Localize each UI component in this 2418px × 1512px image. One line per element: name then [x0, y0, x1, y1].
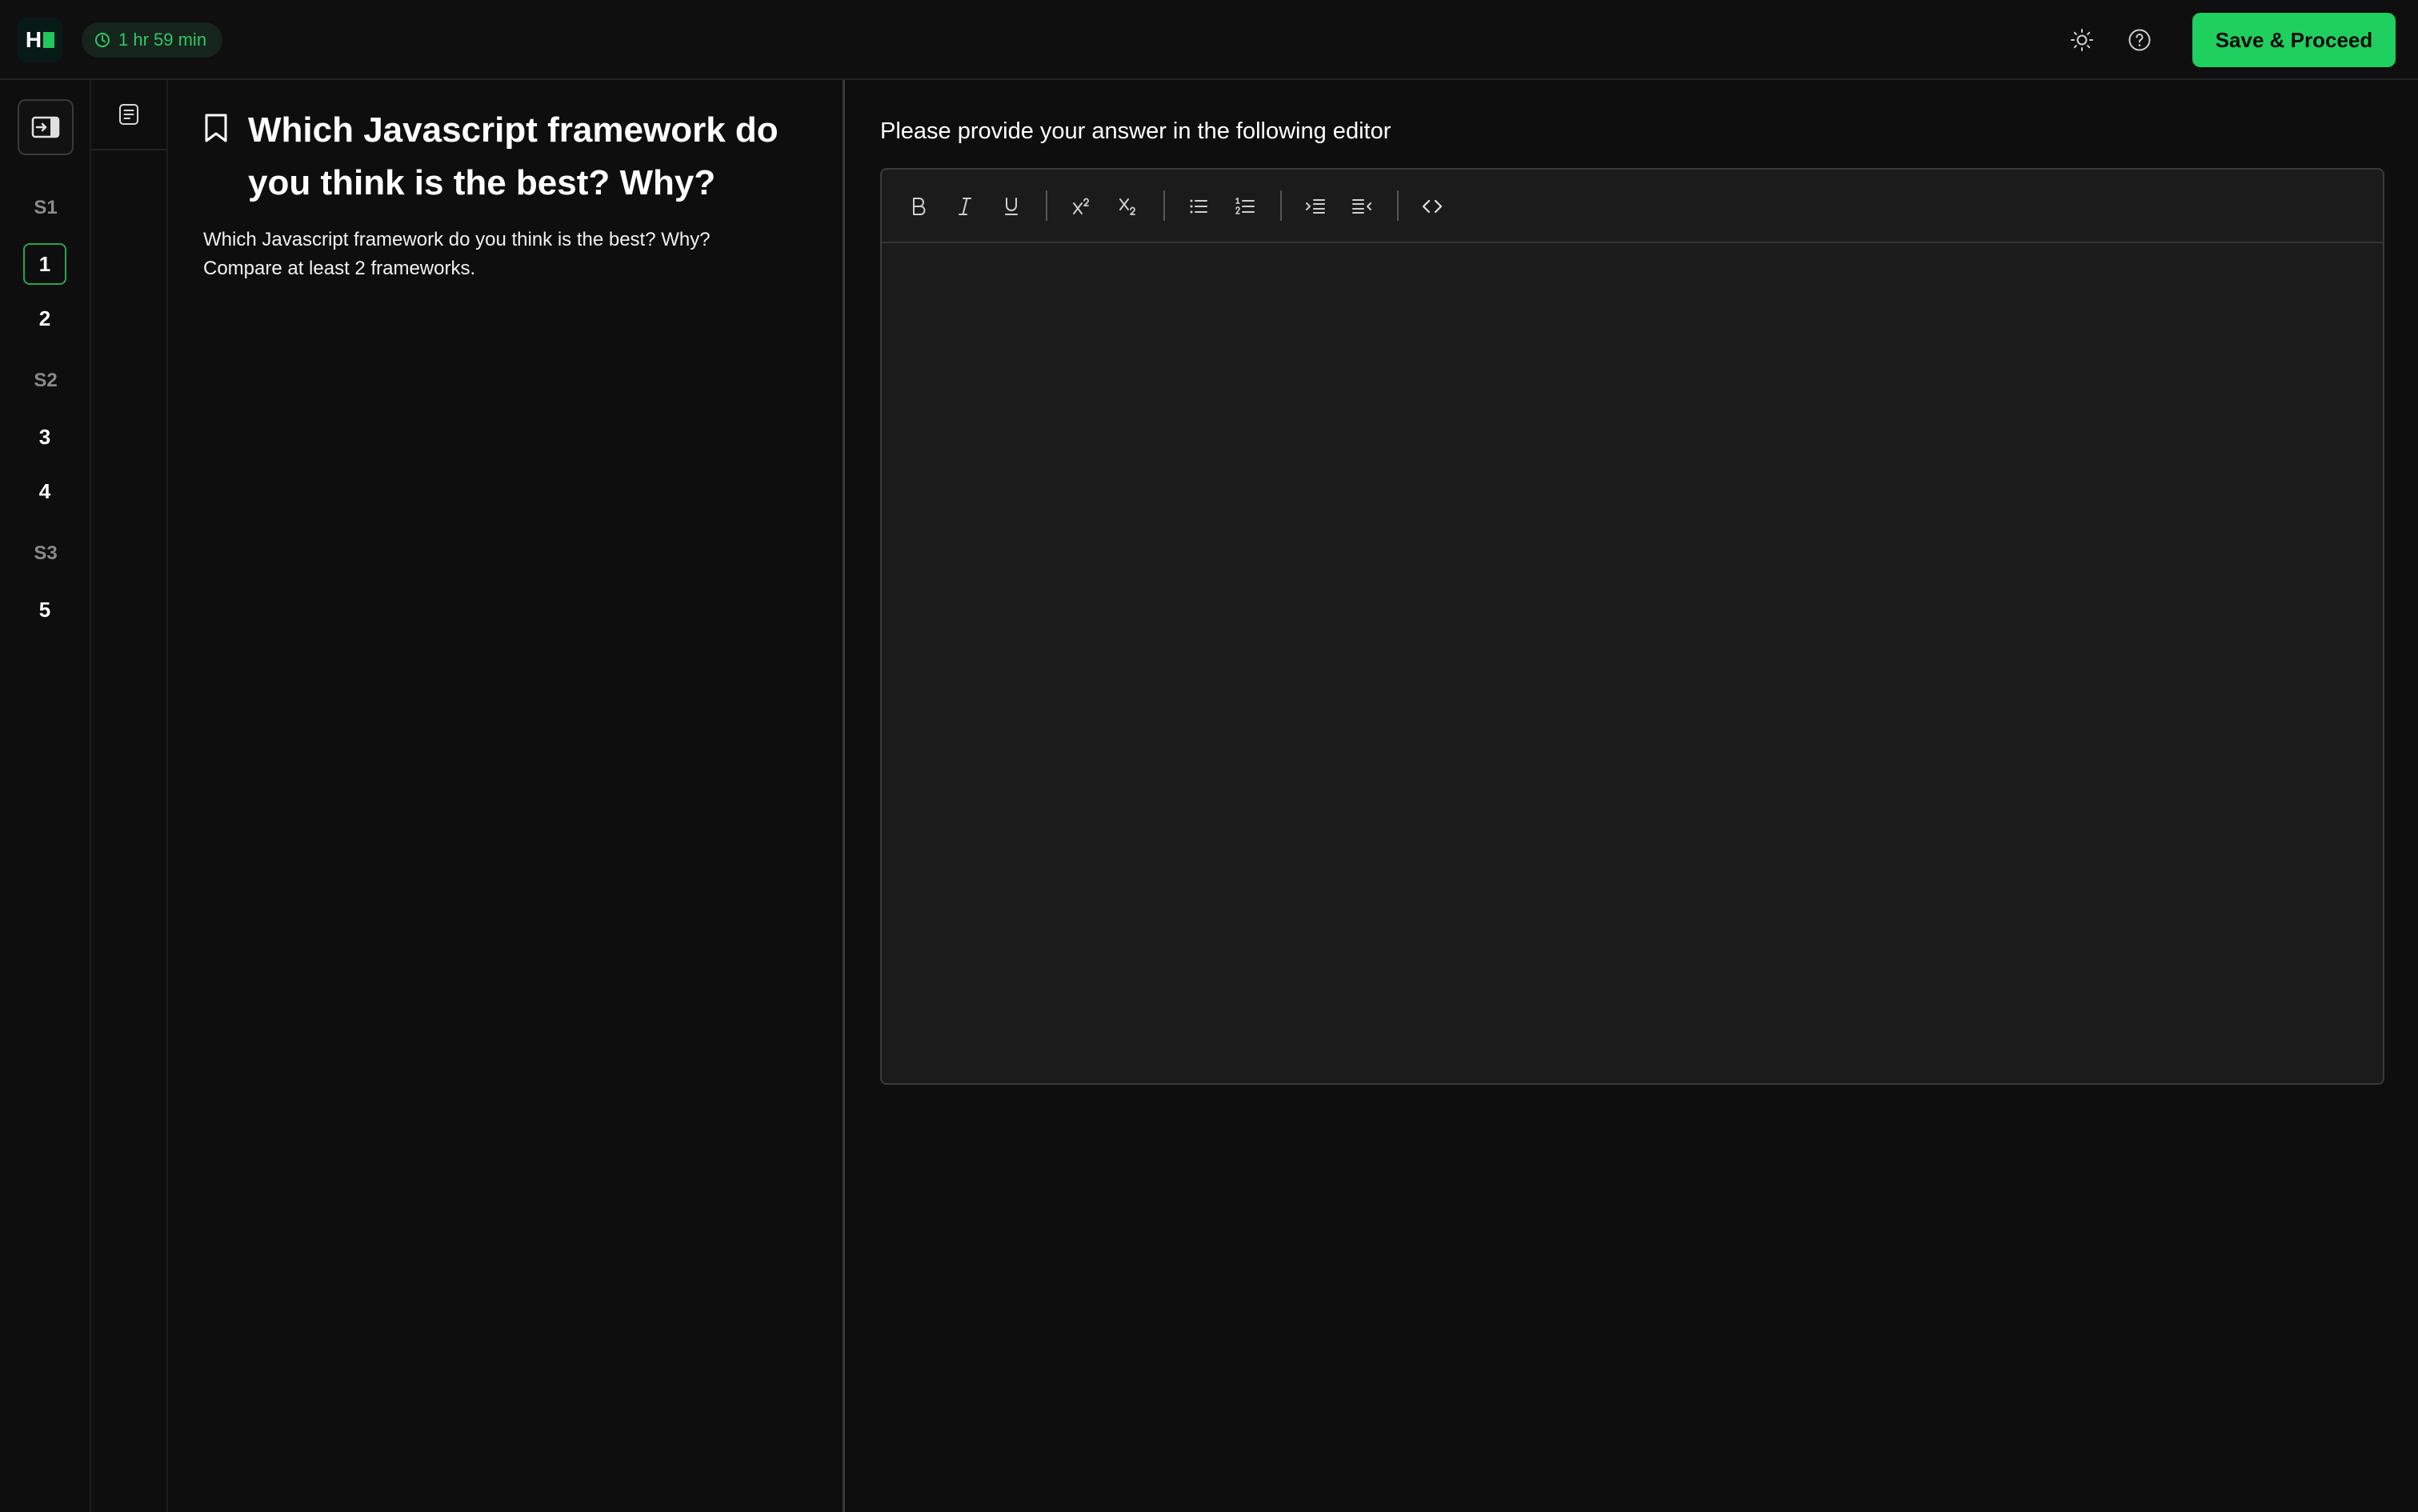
question-navigator: S1 1 2 S2 3 4 S3 5 [0, 80, 91, 1512]
panel-toggle-icon [31, 116, 60, 138]
italic-icon [959, 198, 971, 215]
top-bar: H 1 hr 59 min Save & Proceed [0, 0, 2418, 80]
sun-icon [2071, 29, 2093, 51]
superscript-icon [1073, 198, 1089, 214]
question-nav-4[interactable]: 4 [23, 470, 66, 512]
numbered-list-button[interactable] [1227, 189, 1263, 224]
answer-panel: Please provide your answer in the follow… [845, 80, 2418, 1512]
save-proceed-button[interactable]: Save & Proceed [2192, 13, 2396, 67]
outdent-icon [1352, 199, 1371, 214]
panel-tab-column [91, 80, 168, 1512]
bullet-list-icon [1190, 199, 1207, 214]
help-icon [2128, 29, 2151, 51]
question-nav-1[interactable]: 1 [23, 243, 66, 285]
subscript-icon [1119, 198, 1135, 215]
indent-icon [1306, 199, 1325, 214]
question-nav-3[interactable]: 3 [23, 416, 66, 458]
question-header: Which Javascript framework do you think … [202, 104, 826, 210]
timer-text: 1 hr 59 min [118, 30, 207, 50]
superscript-button[interactable] [1064, 189, 1099, 224]
code-icon [1422, 199, 1443, 214]
timer-badge: 1 hr 59 min [82, 22, 223, 58]
underline-icon [1005, 198, 1018, 215]
bold-icon [913, 198, 926, 215]
help-button[interactable] [2124, 24, 2156, 56]
numbered-list-icon [1235, 197, 1255, 214]
editor-toolbar [882, 170, 2383, 243]
subscript-button[interactable] [1111, 189, 1146, 224]
answer-prompt: Please provide your answer in the follow… [880, 118, 1391, 144]
rich-text-editor [880, 168, 2384, 1085]
logo-text: H [25, 27, 42, 52]
question-title: Which Javascript framework do you think … [248, 110, 779, 202]
question-text-line-2: Compare at least 2 frameworks. [203, 258, 476, 279]
question-nav-5[interactable]: 5 [23, 589, 66, 630]
underline-button[interactable] [994, 189, 1029, 224]
code-button[interactable] [1415, 189, 1450, 224]
bookmark-icon[interactable] [202, 112, 230, 144]
app-logo: H [18, 18, 62, 62]
question-tab[interactable] [91, 80, 166, 150]
document-icon [119, 104, 138, 125]
toolbar-divider [1163, 190, 1165, 221]
clock-icon [95, 33, 110, 47]
bullet-list-button[interactable] [1181, 189, 1216, 224]
section-label-s1: S1 [34, 197, 58, 218]
outdent-button[interactable] [1344, 189, 1379, 224]
question-text-line-1: Which Javascript framework do you think … [203, 229, 711, 250]
logo-block-icon [43, 32, 55, 48]
section-label-s2: S2 [34, 370, 58, 391]
question-panel: Which Javascript framework do you think … [168, 80, 845, 1512]
italic-button[interactable] [947, 189, 983, 224]
indent-button[interactable] [1298, 189, 1333, 224]
question-nav-2[interactable]: 2 [23, 298, 66, 339]
editor-content-area[interactable] [882, 243, 2383, 1083]
toolbar-divider [1046, 190, 1047, 221]
question-body: Which Javascript framework do you think … [203, 226, 795, 283]
bold-button[interactable] [901, 189, 936, 224]
toolbar-divider [1280, 190, 1282, 221]
toolbar-divider [1397, 190, 1399, 221]
section-label-s3: S3 [34, 542, 58, 564]
theme-toggle-button[interactable] [2066, 24, 2098, 56]
collapse-sidebar-button[interactable] [18, 99, 74, 155]
